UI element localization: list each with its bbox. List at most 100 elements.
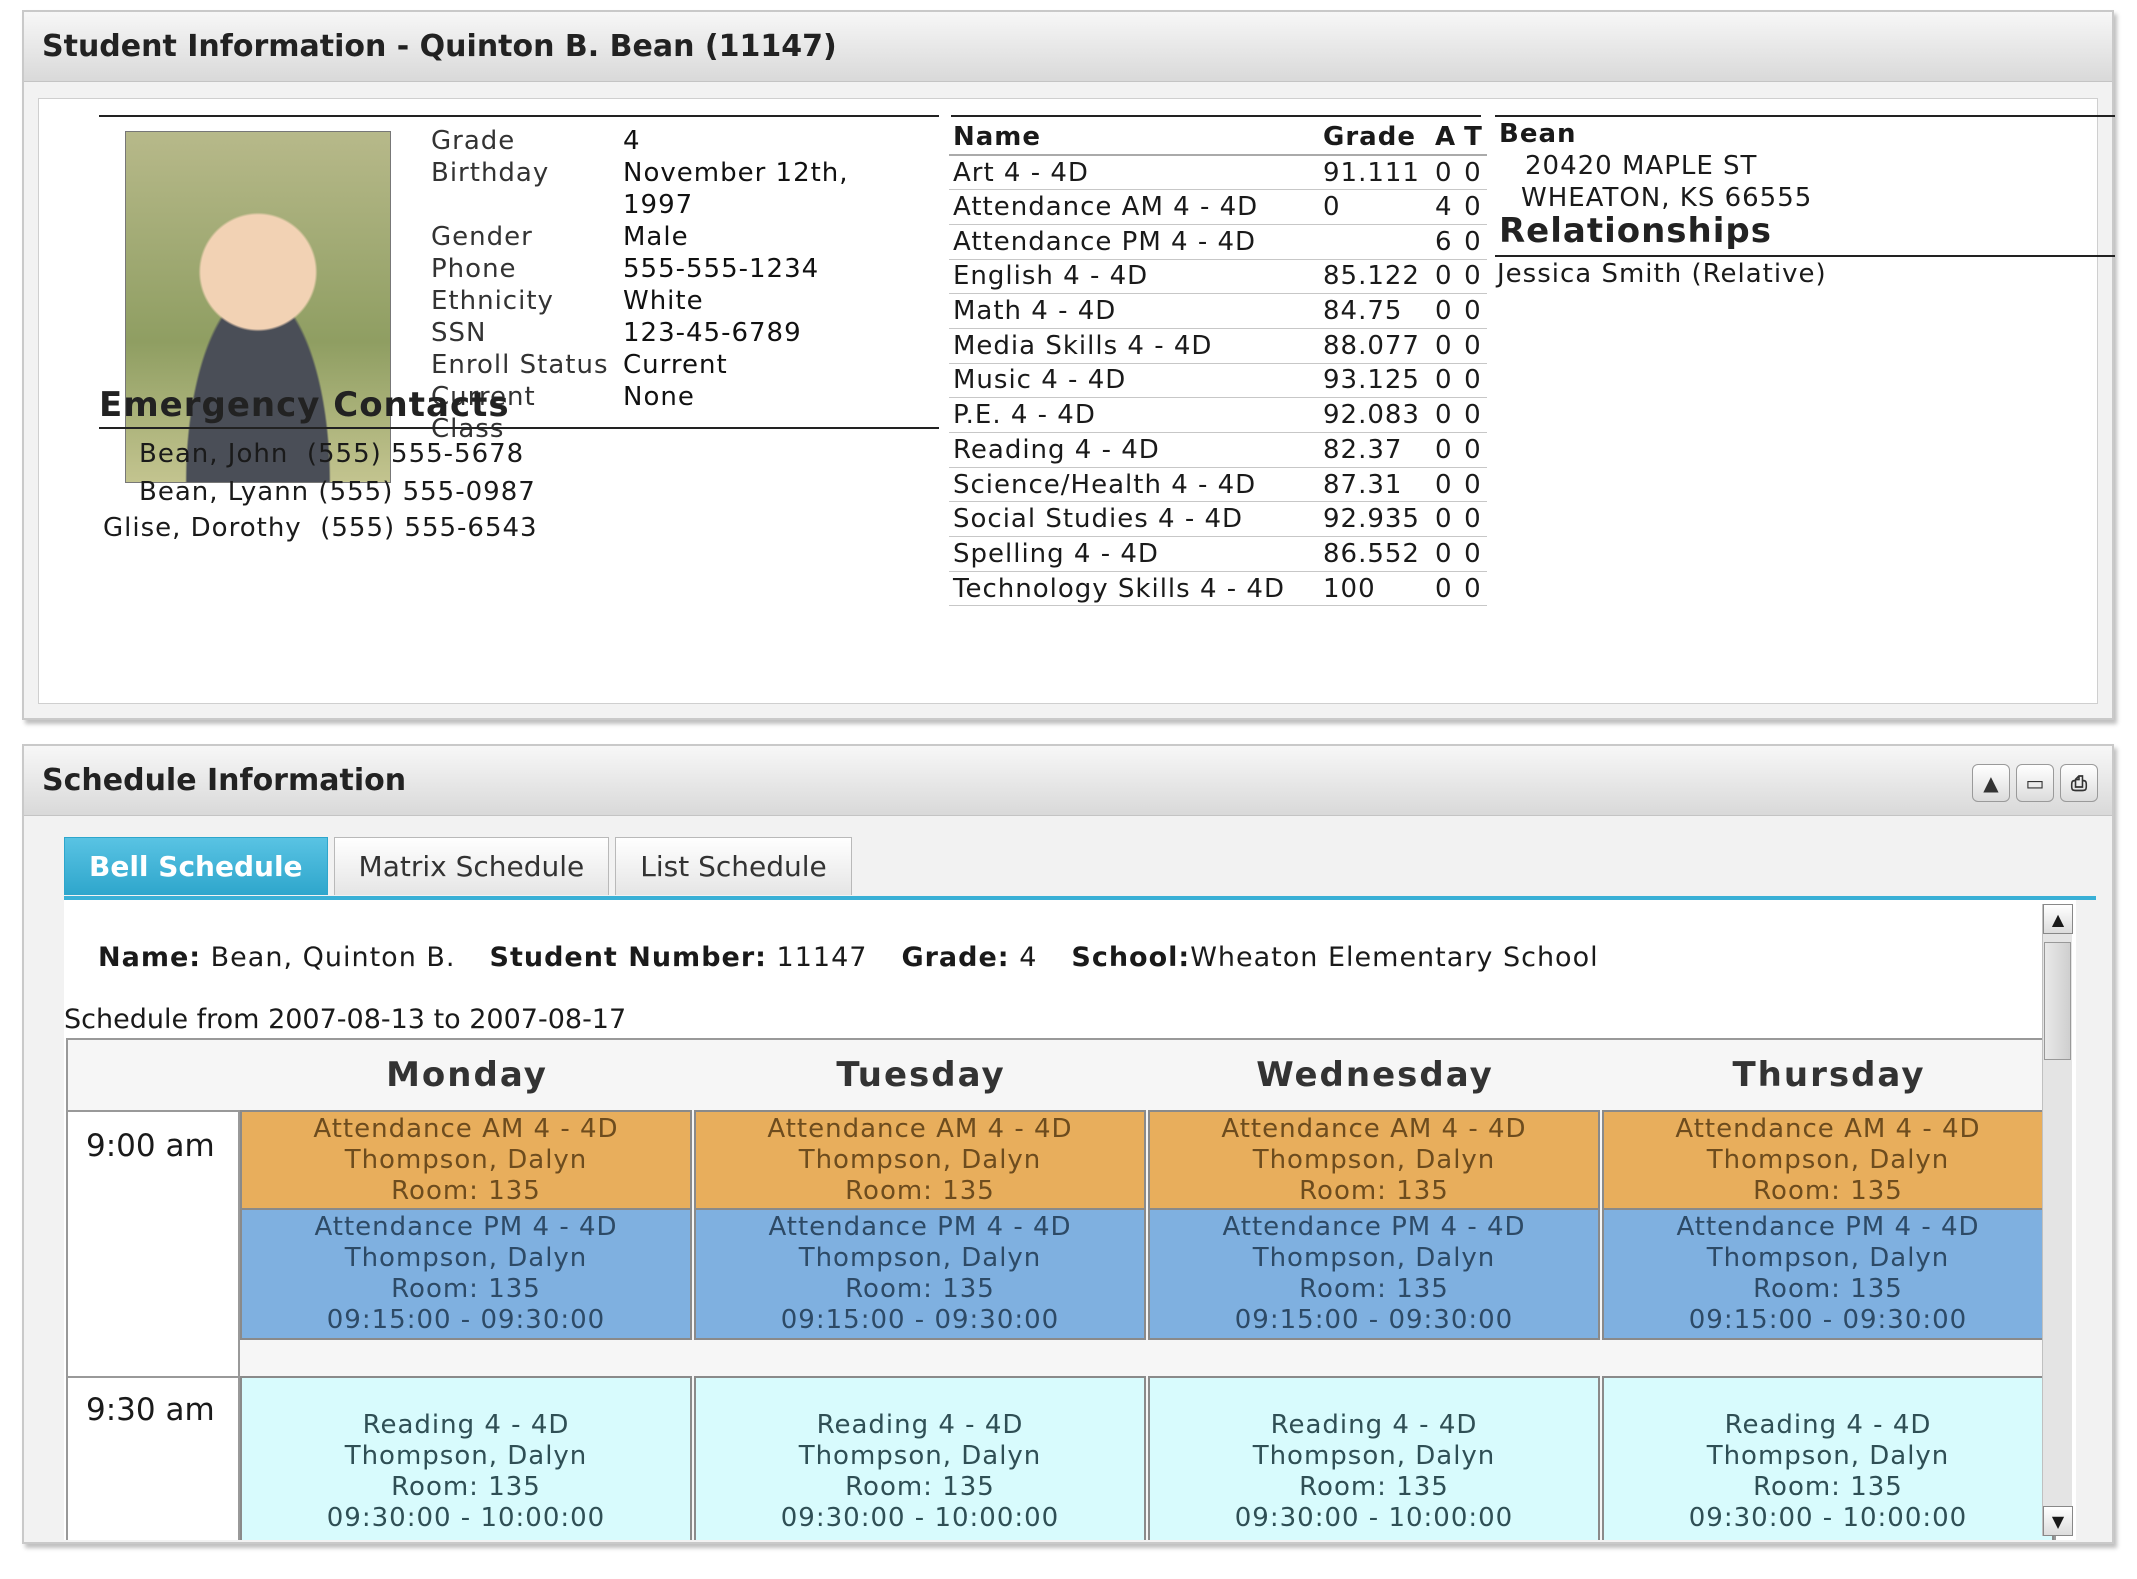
grade-cell-t: 0 [1460,155,1487,191]
period-room: Room: 135 [845,1274,995,1304]
tab-matrix-schedule[interactable]: Matrix Schedule [333,837,610,895]
grade-cell-name: Technology Skills 4 - 4D [949,571,1319,607]
grade-row: Science/Health 4 - 4D 87.31 0 0 [949,467,1487,503]
schedule-period-cell[interactable]: Attendance PM 4 - 4D Thompson, Dalyn Room:… [1602,1208,2054,1340]
contact-phone: (555) 555-0987 [318,477,536,507]
grade-cell-t: 0 [1460,328,1487,364]
period-course: Attendance AM 4 - 4D [1675,1114,1981,1144]
grade-cell-t: 0 [1460,432,1487,468]
grade-cell-t: 0 [1460,363,1487,399]
period-room: Room: 135 [391,1176,541,1206]
period-course: Attendance PM 4 - 4D [1676,1212,1980,1242]
schedule-period-cell[interactable]: Reading 4 - 4D Thompson, Dalyn Room: 135 09… [240,1376,692,1540]
birthday-value: November 12th, 1997 [623,158,849,220]
grade-cell-a: 0 [1431,432,1461,468]
student-info-body: Grade 4 Birthday November 12th, 1997 Gen… [38,98,2115,704]
schedule-period-cell[interactable]: Attendance PM 4 - 4D Thompson, Dalyn Room:… [1148,1208,1600,1340]
period-teacher: Thompson, Dalyn [344,1243,588,1273]
scroll-thumb[interactable] [2044,942,2071,1060]
period-course: Attendance AM 4 - 4D [1221,1114,1527,1144]
grade-cell-name: English 4 - 4D [949,259,1319,295]
schedule-period-cell[interactable]: Reading 4 - 4D Thompson, Dalyn Room: 135 09… [1148,1376,1600,1540]
day-header-tuesday: Tuesday [836,1055,1006,1095]
period-teacher: Thompson, Dalyn [798,1145,1042,1175]
divider [1495,115,2115,117]
grade-cell-t: 0 [1460,571,1487,607]
student-info-header: Student Information - Quinton B. Bean (1… [24,12,2112,82]
relationship-item: Jessica Smith (Relative) [1497,259,1827,289]
period-teacher: Thompson, Dalyn [344,1145,588,1175]
grade-cell-a: 6 [1431,224,1461,260]
grade-row: English 4 - 4D 85.122 0 0 [949,259,1487,295]
emergency-contact: Bean, Lyann (555) 555-0987 [139,477,536,507]
grade-cell-a: 0 [1431,536,1461,572]
tab-list-schedule[interactable]: List Schedule [615,837,852,895]
period-room: Room: 135 [1753,1274,1903,1304]
grade-cell-a: 0 [1431,501,1461,538]
grade-cell-name: P.E. 4 - 4D [949,397,1319,433]
enroll-status-value: Current [623,350,728,380]
emergency-contact: Bean, John (555) 555-5678 [139,439,524,469]
grade-cell-name: Art 4 - 4D [949,155,1319,191]
print-icon[interactable]: ⎙ [2060,764,2098,802]
vertical-scrollbar[interactable]: ▲ ▼ [2042,904,2073,1536]
grade-cell-a: 0 [1431,397,1461,433]
day-header-wednesday: Wednesday [1256,1055,1494,1095]
grade-cell-t: 0 [1460,397,1487,433]
grades-table: Name Grade A T Art 4 - 4D 91.111 0 0 Attenda… [949,119,1487,607]
maximize-icon[interactable]: ▭ [2016,764,2054,802]
schedule-range: Schedule from 2007-08-13 to 2007-08-17 [64,1004,627,1035]
grade-cell-a: 0 [1431,363,1461,399]
period-teacher: Thompson, Dalyn [798,1243,1042,1273]
period-room: Room: 135 [1299,1472,1449,1502]
period-room: Room: 135 [391,1274,541,1304]
schedule-period-cell[interactable]: Reading 4 - 4D Thompson, Dalyn Room: 135 09… [694,1376,1146,1540]
student-summary: Name: Bean, Quinton B. Student Number: 1… [98,942,1599,973]
grade-cell-grade [1319,224,1431,260]
student-photo [125,131,391,483]
schedule-period-cell[interactable]: Attendance PM 4 - 4D Thompson, Dalyn Room:… [694,1208,1146,1340]
ssn-label: SSN [431,318,487,348]
scroll-down-icon[interactable]: ▼ [2043,1506,2073,1536]
schedule-period-cell[interactable]: Attendance PM 4 - 4D Thompson, Dalyn Room:… [240,1208,692,1340]
student-info-panel: Student Information - Quinton B. Bean (1… [22,10,2115,720]
period-teacher: Thompson, Dalyn [798,1441,1042,1471]
enroll-status-label: Enroll Status [431,350,609,380]
grade-cell-a: 0 [1431,467,1461,503]
period-room: Room: 135 [391,1472,541,1502]
period-room: Room: 135 [1299,1274,1449,1304]
grade-value: 4 [623,126,641,156]
grade-cell-grade: 0 [1319,189,1431,225]
scroll-up-icon[interactable]: ▲ [2043,904,2073,934]
grade-cell-name: Attendance AM 4 - 4D [949,189,1319,225]
summary-number: Student Number: 11147 [489,942,868,973]
period-room: Room: 135 [845,1472,995,1502]
period-room: Room: 135 [1753,1472,1903,1502]
schedule-period-cell[interactable]: Reading 4 - 4D Thompson, Dalyn Room: 135 09… [1602,1376,2054,1540]
grade-row: Attendance PM 4 - 4D 6 0 [949,224,1487,260]
divider [1495,255,2115,257]
grade-cell-grade: 84.75 [1319,293,1431,329]
grade-cell-grade: 93.125 [1319,363,1431,399]
panel-tools: ▲ ▭ ⎙ [1972,764,2098,802]
grade-row: P.E. 4 - 4D 92.083 0 0 [949,397,1487,433]
ethnicity-label: Ethnicity [431,286,554,316]
student-info-title: Student Information - Quinton B. Bean (1… [42,29,837,64]
collapse-icon[interactable]: ▲ [1972,764,2010,802]
tab-bell-schedule[interactable]: Bell Schedule [64,837,328,895]
schedule-grid: Monday Tuesday Wednesday Thursday 9:00 a… [66,1038,2056,1540]
address-line1: 20420 MAPLE ST [1525,151,1758,181]
grade-cell-t: 0 [1460,501,1487,538]
grade-cell-a: 0 [1431,328,1461,364]
period-course: Attendance PM 4 - 4D [1222,1212,1526,1242]
divider [99,427,939,429]
summary-school: School:Wheaton Elementary School [1071,942,1599,973]
summary-grade: Grade: 4 [901,942,1038,973]
grade-row: Art 4 - 4D 91.111 0 0 [949,155,1487,191]
period-teacher: Thompson, Dalyn [1252,1243,1496,1273]
period-time: 09:30:00 - 10:00:00 [1234,1503,1514,1533]
period-course: Reading 4 - 4D [1724,1410,1932,1440]
period-room: Room: 135 [845,1176,995,1206]
period-teacher: Thompson, Dalyn [1252,1145,1496,1175]
grade-cell-t: 0 [1460,259,1487,295]
